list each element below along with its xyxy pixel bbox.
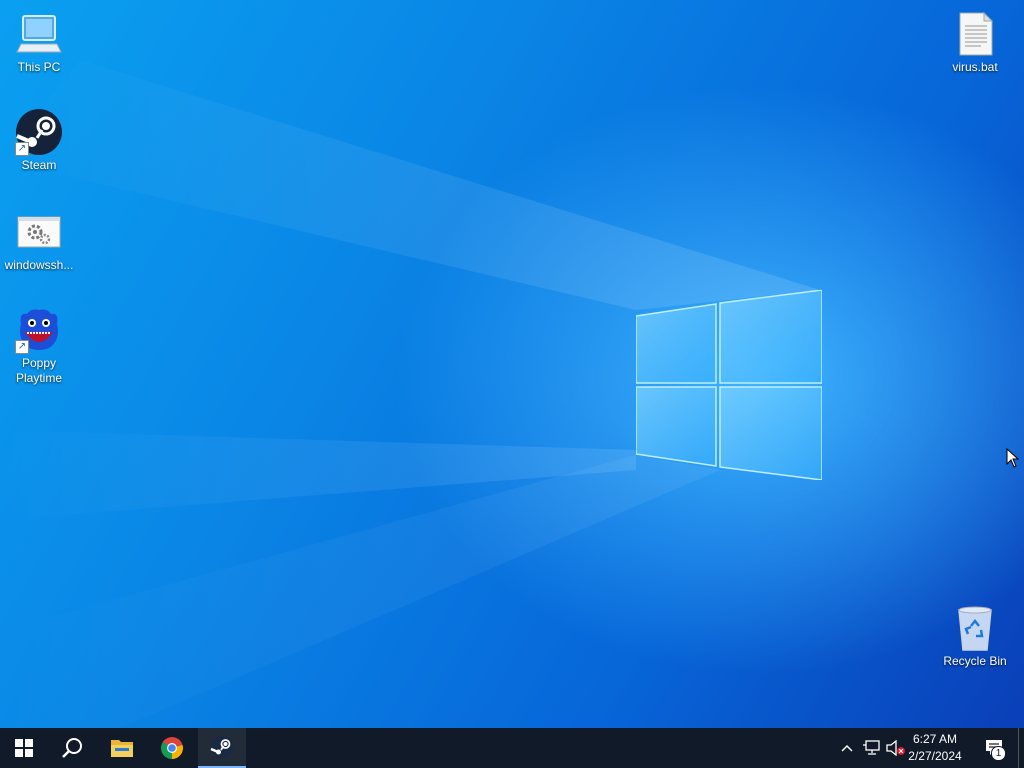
desktop-icon-poppy-playtime[interactable]: ↗ Poppy Playtime	[1, 300, 77, 386]
desktop-icon-windows-shortcut[interactable]: windowssh...	[1, 202, 77, 273]
monitor-icon	[15, 10, 63, 58]
taskbar-clock[interactable]: 6:27 AM 2/27/2024	[902, 731, 968, 765]
desktop-icon-recycle-bin[interactable]: Recycle Bin	[937, 598, 1013, 669]
network-icon	[863, 740, 880, 755]
network-button[interactable]	[859, 728, 883, 768]
show-hidden-icons-button[interactable]	[836, 728, 858, 768]
show-desktop-button[interactable]	[1018, 728, 1024, 768]
taskbar-file-explorer[interactable]	[98, 728, 146, 768]
chevron-up-icon	[841, 744, 853, 752]
huggy-wuggy-icon: ↗	[15, 306, 63, 354]
search-icon	[62, 738, 82, 758]
steam-icon	[210, 735, 234, 759]
start-button[interactable]	[0, 728, 48, 768]
wallpaper-light-beams	[0, 60, 820, 728]
desktop-icon-label: This PC	[17, 60, 61, 74]
shortcut-arrow-icon: ↗	[15, 142, 29, 156]
desktop[interactable]: This PC ↗ Steam windowssh... ↗ Poppy Pla…	[0, 0, 1024, 728]
steam-icon: ↗	[15, 108, 63, 156]
notification-count-badge: 1	[991, 746, 1006, 761]
desktop-icon-this-pc[interactable]: This PC	[1, 4, 77, 75]
action-center-button[interactable]: 1	[978, 728, 1012, 768]
desktop-icon-label: Steam	[21, 158, 57, 172]
recycle-bin-icon	[951, 604, 999, 652]
chrome-icon	[161, 737, 183, 759]
taskbar-steam[interactable]	[198, 728, 246, 768]
windows-logo-wallpaper	[636, 290, 822, 480]
windows-start-icon	[15, 739, 33, 757]
desktop-icon-virus-bat[interactable]: virus.bat	[937, 4, 1013, 75]
taskbar-chrome[interactable]	[148, 728, 196, 768]
taskbar: 6:27 AM 2/27/2024 1	[0, 728, 1024, 768]
search-button[interactable]	[48, 728, 96, 768]
settings-file-icon	[15, 208, 63, 256]
desktop-icon-label: Poppy Playtime	[15, 356, 62, 385]
desktop-icon-label: virus.bat	[952, 60, 998, 74]
clock-time: 6:27 AM	[912, 732, 958, 746]
batch-file-icon	[951, 10, 999, 58]
clock-date: 2/27/2024	[908, 749, 962, 763]
mouse-pointer-icon	[1006, 448, 1020, 468]
shortcut-arrow-icon: ↗	[15, 340, 29, 354]
desktop-icon-label: Recycle Bin	[943, 654, 1007, 668]
desktop-icon-label: windowssh...	[4, 258, 74, 272]
desktop-icon-steam[interactable]: ↗ Steam	[1, 102, 77, 173]
file-explorer-icon	[111, 740, 133, 757]
